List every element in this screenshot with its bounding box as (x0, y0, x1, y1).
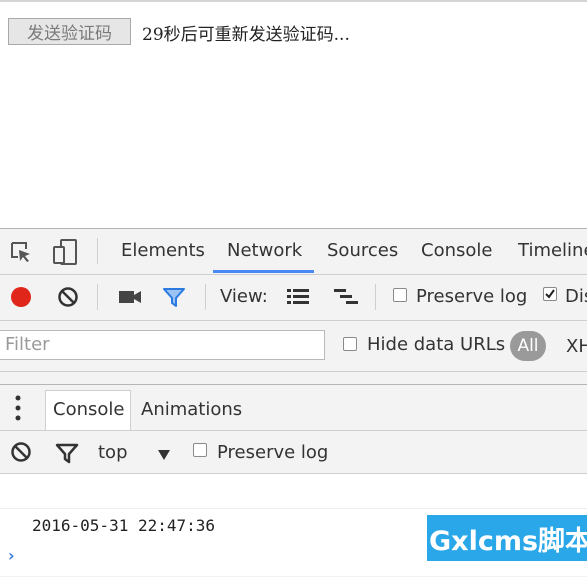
tab-elements[interactable]: Elements (121, 240, 205, 261)
send-code-button[interactable]: 发送验证码 (8, 18, 131, 45)
waterfall-icon[interactable] (333, 287, 359, 309)
network-toolbar-divider-2 (205, 284, 206, 310)
network-toolbar-divider-3 (375, 284, 376, 310)
filter-all-button[interactable]: All (510, 331, 546, 361)
console-preserve-log-checkbox[interactable] (193, 443, 207, 457)
log-separator (0, 508, 587, 509)
console-preserve-log-label: Preserve log (217, 442, 329, 463)
console-log-line: 2016-05-31 22:47:36 (32, 516, 216, 535)
hide-data-urls-label: Hide data URLs (367, 334, 506, 355)
tab-timeline[interactable]: Timeline (518, 240, 587, 261)
tab-network[interactable]: Network (227, 240, 302, 261)
page-top-border (0, 0, 587, 2)
tab-sources[interactable]: Sources (327, 240, 398, 261)
large-rows-icon[interactable] (286, 287, 310, 309)
drawer-menu-icon[interactable] (14, 395, 22, 425)
drawer-tab-animations[interactable]: Animations (141, 399, 242, 420)
console-clear-icon[interactable] (10, 441, 32, 467)
filter-icon[interactable] (162, 286, 186, 312)
dropdown-arrow-icon[interactable] (157, 446, 171, 465)
record-icon[interactable] (10, 286, 32, 312)
filter-input[interactable]: Filter (0, 330, 325, 360)
tabbar-divider (97, 238, 98, 264)
tab-console[interactable]: Console (421, 240, 492, 261)
preserve-log-checkbox[interactable] (393, 288, 407, 302)
drawer-tab-console[interactable]: Console (53, 399, 124, 420)
watermark-logo: Gxlcms脚本 (427, 515, 587, 561)
countdown-text: 29秒后可重新发送验证码... (142, 25, 350, 45)
preserve-log-label: Preserve log (416, 286, 528, 307)
disable-cache-label: Dis (565, 286, 587, 307)
disable-cache-checkbox[interactable] (543, 287, 557, 301)
hide-data-urls-checkbox[interactable] (343, 337, 357, 351)
console-context-select[interactable]: top (98, 442, 128, 463)
camera-icon[interactable] (118, 289, 142, 309)
console-prompt-icon[interactable]: › (8, 546, 15, 565)
filter-xhr-button[interactable]: XH (566, 336, 587, 357)
clear-icon[interactable] (57, 286, 79, 312)
device-mode-icon[interactable] (52, 238, 78, 270)
console-filter-icon[interactable] (55, 442, 79, 468)
view-label: View: (220, 286, 268, 307)
active-tab-indicator (213, 270, 314, 273)
panel-split (0, 372, 587, 385)
network-toolbar-divider (97, 284, 98, 310)
inspect-element-icon[interactable] (9, 240, 33, 268)
